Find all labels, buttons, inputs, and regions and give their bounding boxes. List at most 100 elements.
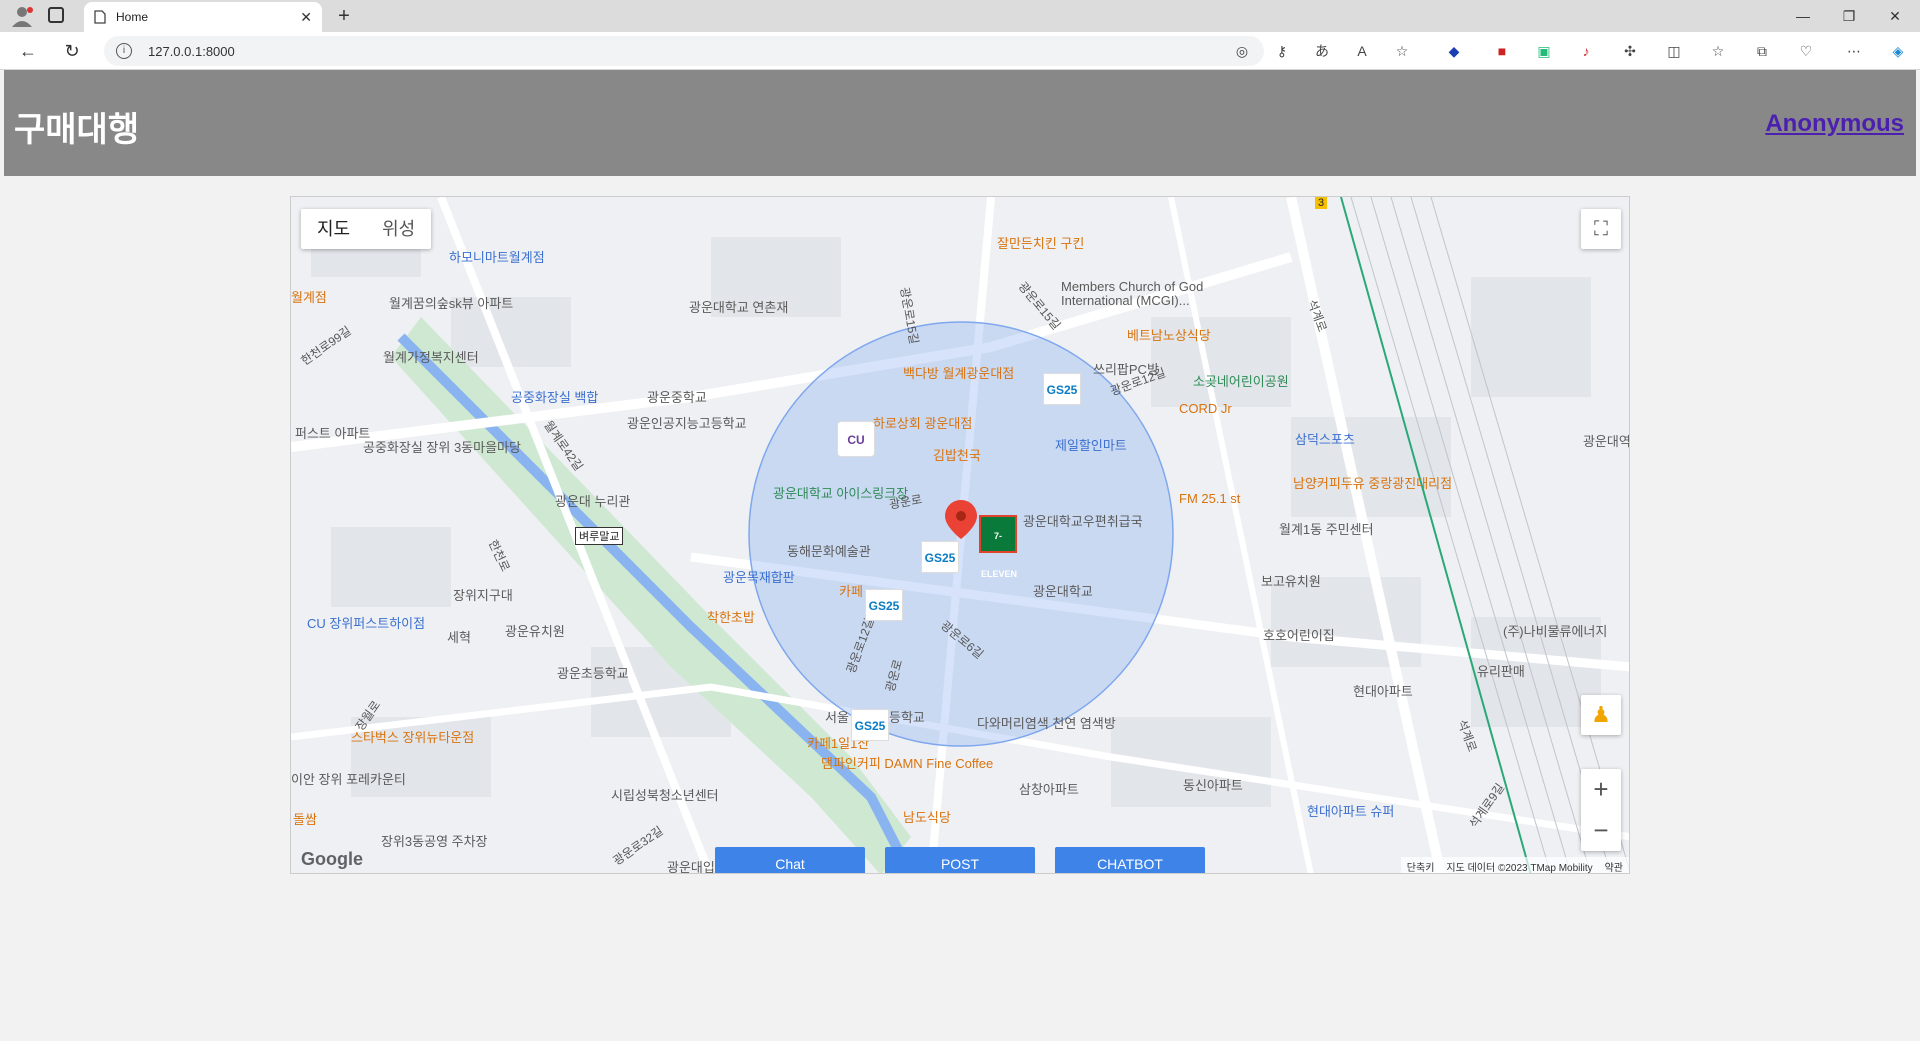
place-label[interactable]: 베트남노상식당: [1127, 325, 1211, 344]
place-label[interactable]: 보고유치원: [1261, 571, 1321, 590]
place-label[interactable]: 댐파인커피 DAMN Fine Coffee: [821, 753, 993, 772]
place-label[interactable]: 남양커피두유 중랑광진대리점: [1293, 473, 1452, 492]
place-label[interactable]: 광운대학교: [1033, 581, 1093, 600]
copilot-icon[interactable]: ◈: [1888, 42, 1908, 60]
terms-link[interactable]: 약관: [1605, 859, 1623, 873]
place-label[interactable]: 카페: [839, 581, 863, 600]
place-label[interactable]: 남도식당: [903, 807, 951, 826]
map-view[interactable]: 지도 위성 ⛶ ♟ + − 하모니마트월계점 월계꿈의숲sk뷰 아파트 월계가정…: [290, 196, 1630, 874]
user-link[interactable]: Anonymous: [1765, 110, 1904, 138]
info-icon[interactable]: i: [116, 43, 132, 59]
place-label[interactable]: 장위지구대: [453, 585, 513, 604]
extension-green-icon[interactable]: ▣: [1534, 42, 1554, 60]
place-label[interactable]: 월계꿈의숲sk뷰 아파트: [389, 293, 513, 312]
tab-home[interactable]: Home ✕: [84, 2, 322, 32]
place-label[interactable]: 하모니마트월계점: [449, 247, 545, 266]
place-label[interactable]: 광운대역: [1583, 431, 1629, 450]
place-label[interactable]: 삼덕스포츠: [1295, 429, 1355, 448]
back-button[interactable]: ←: [14, 38, 42, 64]
gs25-marker[interactable]: GS25: [865, 589, 903, 621]
chatbot-button[interactable]: CHATBOT: [1055, 847, 1205, 873]
place-label[interactable]: 백다방 월계광운대점: [903, 363, 1014, 382]
place-label[interactable]: 광운초등학교: [557, 663, 629, 682]
place-label[interactable]: 동해문화예술관: [787, 541, 871, 560]
place-label[interactable]: 착한초밥: [707, 607, 755, 626]
pegman-icon[interactable]: ♟: [1581, 695, 1621, 735]
place-label[interactable]: 퍼스트 아파트: [295, 423, 370, 442]
post-button[interactable]: POST: [885, 847, 1035, 873]
place-label[interactable]: International (MCGI)...: [1061, 293, 1190, 308]
shortcuts-link[interactable]: 단축키: [1407, 859, 1435, 873]
location-icon[interactable]: ◎: [1232, 42, 1252, 60]
place-label[interactable]: 장위3동공영 주차장: [381, 831, 488, 850]
place-label[interactable]: 시립성북청소년센터: [611, 785, 719, 804]
place-label[interactable]: 호호어린이집: [1263, 625, 1335, 644]
more-menu-icon[interactable]: ⋯: [1844, 42, 1864, 60]
zoom-out-button[interactable]: −: [1581, 810, 1621, 851]
zoom-in-button[interactable]: +: [1581, 769, 1621, 810]
collections-icon[interactable]: ⧉: [1752, 42, 1772, 60]
place-label[interactable]: CORD Jr: [1179, 401, 1232, 416]
place-label[interactable]: 현대아파트: [1353, 681, 1413, 700]
place-label[interactable]: 광운유치원: [505, 621, 565, 640]
browser-essentials-icon[interactable]: ♡: [1796, 42, 1816, 60]
minimize-button[interactable]: —: [1780, 0, 1826, 32]
map-type-satellite-button[interactable]: 위성: [366, 209, 431, 249]
place-label[interactable]: 광운인공지능고등학교: [627, 413, 747, 432]
place-label[interactable]: 광운대학교 연촌재: [689, 297, 788, 316]
place-label[interactable]: FM 25.1 st: [1179, 491, 1240, 506]
place-label[interactable]: 현대아파트 슈퍼: [1307, 801, 1394, 820]
place-label[interactable]: 등학교: [889, 707, 925, 726]
gs25-marker[interactable]: GS25: [921, 541, 959, 573]
chat-button[interactable]: Chat: [715, 847, 865, 873]
place-label[interactable]: 광운대학교우편취급국: [1023, 511, 1143, 530]
seven-eleven-marker[interactable]: 7-ELEVEN: [979, 515, 1017, 579]
extensions-puzzle-icon[interactable]: ✣: [1620, 42, 1640, 60]
key-icon[interactable]: ⚷: [1272, 42, 1292, 60]
address-bar[interactable]: i 127.0.0.1:8000: [104, 36, 1264, 66]
place-label[interactable]: 김밥천국: [933, 445, 981, 464]
read-aloud-icon[interactable]: A: [1352, 42, 1372, 60]
place-label[interactable]: 월계점: [291, 287, 327, 306]
extension-red-icon[interactable]: ■: [1492, 42, 1512, 60]
reload-button[interactable]: ↻: [58, 38, 86, 64]
place-label[interactable]: 서울: [825, 707, 849, 726]
place-label[interactable]: 동신아파트: [1183, 775, 1243, 794]
translate-icon[interactable]: あ: [1312, 42, 1332, 60]
place-label[interactable]: 광운목재합판: [723, 567, 795, 586]
place-label[interactable]: 광운중학교: [647, 387, 707, 406]
place-label[interactable]: 제일할인마트: [1055, 435, 1127, 454]
gs25-marker[interactable]: GS25: [1043, 373, 1081, 405]
extension-shield-icon[interactable]: ◆: [1444, 42, 1464, 60]
site-brand[interactable]: 구매대행: [14, 102, 139, 151]
place-label[interactable]: Members Church of God: [1061, 279, 1203, 294]
tab-actions-icon[interactable]: [48, 7, 64, 23]
profile-icon[interactable]: [8, 5, 36, 27]
place-label[interactable]: 공중화장실 백합: [511, 387, 598, 406]
new-tab-button[interactable]: +: [330, 3, 358, 29]
place-label[interactable]: (주)나비물류에너지: [1503, 621, 1607, 640]
place-label[interactable]: 세혁: [447, 627, 471, 646]
restore-button[interactable]: ❐: [1826, 0, 1872, 32]
place-label[interactable]: 잘만든치킨 구킨: [997, 233, 1084, 252]
map-type-map-button[interactable]: 지도: [301, 209, 366, 249]
favorites-icon[interactable]: ☆: [1708, 42, 1728, 60]
cu-marker[interactable]: CU: [837, 421, 875, 457]
place-label[interactable]: 스타벅스 장위뉴타운점: [351, 727, 474, 746]
split-screen-icon[interactable]: ◫: [1664, 42, 1684, 60]
place-label[interactable]: 하로상회 광운대점: [873, 413, 972, 432]
close-window-button[interactable]: ✕: [1872, 0, 1918, 32]
place-label[interactable]: 이안 장위 포레카운티: [291, 769, 406, 788]
close-tab-icon[interactable]: ✕: [300, 9, 312, 26]
favorite-star-icon[interactable]: ☆: [1392, 42, 1412, 60]
place-label[interactable]: 광운대입: [667, 857, 715, 873]
place-label[interactable]: 월계가정복지센터: [383, 347, 479, 366]
place-label[interactable]: 공중화장실 장위 3동마을마당: [363, 437, 521, 456]
fullscreen-button[interactable]: ⛶: [1581, 209, 1621, 249]
place-label[interactable]: 월계1동 주민센터: [1279, 519, 1374, 538]
place-label[interactable]: 다와머리염색 천연 염색방: [977, 713, 1116, 732]
place-label[interactable]: 소곶네어린이공원: [1193, 371, 1289, 390]
place-label[interactable]: 돌쌈: [293, 809, 317, 828]
place-label[interactable]: 광운대 누리관: [555, 491, 630, 510]
place-label[interactable]: 유리판매: [1477, 661, 1525, 680]
